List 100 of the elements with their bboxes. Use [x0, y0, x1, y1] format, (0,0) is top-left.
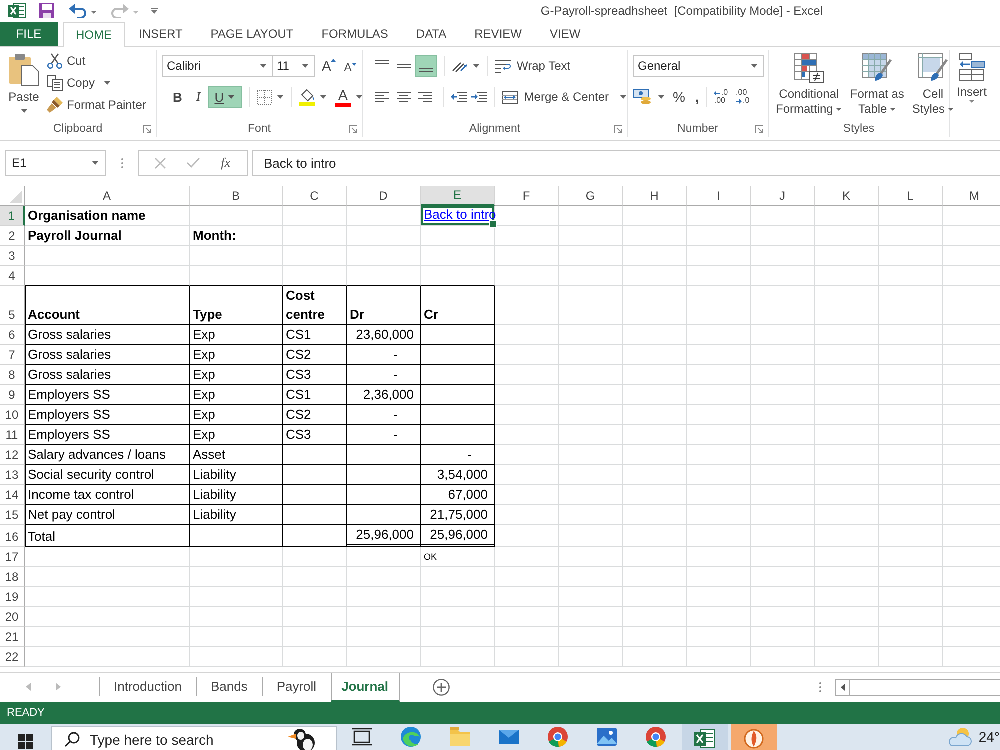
comma-button[interactable]: , [695, 89, 700, 105]
wrap-text-button[interactable]: Wrap Text [495, 55, 571, 77]
cut-button[interactable]: Cut [47, 50, 146, 72]
horizontal-scrollbar[interactable] [835, 679, 1000, 696]
row-header[interactable]: 22 [0, 647, 25, 667]
customize-icon[interactable] [151, 8, 158, 14]
align-bottom-button[interactable] [415, 55, 437, 77]
row-header[interactable]: 10 [0, 405, 25, 425]
row-header[interactable]: 14 [0, 485, 25, 505]
scroll-left-icon[interactable] [840, 684, 844, 691]
sheet-tab[interactable]: Introduction [100, 677, 197, 696]
sheet-tab[interactable]: Journal [330, 673, 400, 702]
ribbon-tab[interactable]: REVIEW [460, 22, 536, 46]
column-header[interactable]: G [559, 186, 623, 206]
row-header[interactable]: 16 [0, 525, 25, 547]
column-header[interactable]: M [943, 186, 1000, 206]
dialog-launcher-icon[interactable] [143, 124, 151, 132]
underline-button[interactable]: U [208, 86, 242, 108]
fill-handle-icon[interactable] [489, 220, 497, 228]
increase-decimal-button[interactable]: .0 .00 [714, 89, 728, 105]
paste-button[interactable]: Paste [4, 50, 44, 113]
row-header[interactable]: 12 [0, 445, 25, 465]
row-header[interactable]: 17 [0, 547, 25, 567]
row-header[interactable]: 11 [0, 425, 25, 445]
browser-icon[interactable] [644, 726, 666, 748]
row-header[interactable]: 4 [0, 266, 25, 286]
grip-icon[interactable] [121, 158, 124, 168]
caret-icon[interactable] [320, 95, 328, 99]
column-header[interactable]: F [495, 186, 559, 206]
save-icon[interactable] [39, 3, 55, 19]
number-format-field[interactable]: General [633, 55, 764, 77]
spreadsheet-logo-icon[interactable] [8, 3, 26, 19]
ribbon-tab[interactable]: PAGE LAYOUT [196, 22, 308, 46]
format-painter-button[interactable]: Format Painter [47, 94, 146, 116]
column-header[interactable]: L [879, 186, 943, 206]
shrink-font-button[interactable]: A [344, 62, 357, 74]
percent-button[interactable]: % [673, 89, 686, 105]
decrease-indent-icon[interactable] [451, 92, 468, 102]
dialog-launcher-icon[interactable] [755, 124, 763, 132]
start-icon[interactable] [18, 734, 33, 749]
caret-icon[interactable] [658, 95, 665, 99]
ribbon-tab[interactable]: FORMULAS [308, 22, 402, 46]
dialog-launcher-icon[interactable] [614, 124, 622, 132]
row-header[interactable]: 7 [0, 345, 25, 365]
row-header[interactable]: 5 [0, 286, 25, 325]
name-box[interactable]: E1 [5, 150, 106, 176]
increase-indent-icon[interactable] [471, 92, 488, 102]
row-header[interactable]: 1 [0, 206, 25, 226]
column-header[interactable]: A [25, 186, 190, 206]
borders-icon[interactable] [257, 90, 272, 104]
browser-icon[interactable] [546, 726, 568, 748]
row-header[interactable]: 15 [0, 505, 25, 525]
column-header[interactable]: C [283, 186, 347, 206]
insert-function-button[interactable]: fx [221, 155, 231, 171]
row-header[interactable]: 6 [0, 325, 25, 345]
column-header[interactable]: H [623, 186, 687, 206]
font-color-button[interactable]: A [335, 88, 352, 106]
copy-button[interactable]: Copy [47, 72, 146, 94]
fill-bucket-icon[interactable] [299, 88, 316, 106]
grow-font-button[interactable]: A [322, 58, 336, 74]
column-header[interactable]: J [751, 186, 815, 206]
merge-center-button[interactable]: Merge & Center [502, 86, 627, 108]
caret-icon[interactable] [277, 95, 284, 99]
column-header[interactable]: K [815, 186, 879, 206]
bold-button[interactable]: B [166, 86, 190, 108]
font-size-field[interactable]: 11 [272, 55, 315, 77]
app-icon[interactable] [730, 724, 776, 750]
dialog-launcher-icon[interactable] [349, 124, 357, 132]
conditional-formatting-button[interactable]: Conditional Formatting [773, 53, 846, 117]
italic-button[interactable]: I [189, 86, 208, 108]
formula-field[interactable]: Back to intro [252, 150, 1000, 176]
row-header[interactable]: 8 [0, 365, 25, 385]
file-tab[interactable]: FILE [0, 22, 58, 46]
photos-icon[interactable] [596, 726, 618, 748]
undo-icon[interactable] [69, 4, 87, 18]
search-box[interactable]: Type here to search [51, 726, 337, 750]
add-sheet-icon[interactable] [432, 679, 450, 696]
row-header[interactable]: 21 [0, 627, 25, 647]
caret-icon[interactable] [91, 10, 97, 14]
format-as-table-button[interactable]: Format as Table [847, 53, 908, 117]
row-header[interactable]: 18 [0, 567, 25, 587]
column-header[interactable]: E [421, 186, 495, 206]
row-header[interactable]: 19 [0, 587, 25, 607]
caret-icon[interactable] [473, 64, 480, 68]
row-header[interactable]: 2 [0, 226, 25, 246]
browser-icon[interactable] [400, 726, 422, 748]
ribbon-tab[interactable]: HOME [63, 22, 125, 47]
decrease-decimal-button[interactable]: .00 .0 [736, 89, 750, 105]
task-view-icon[interactable] [350, 726, 372, 748]
money-icon[interactable] [633, 89, 653, 105]
spreadsheet-icon[interactable] [682, 724, 728, 750]
caret-icon[interactable] [356, 95, 364, 99]
grip-icon[interactable] [819, 682, 822, 693]
ribbon-tab[interactable]: VIEW [536, 22, 595, 46]
ribbon-tab[interactable]: DATA [402, 22, 461, 46]
column-header[interactable]: I [687, 186, 751, 206]
column-header[interactable]: B [190, 186, 283, 206]
row-header[interactable]: 3 [0, 246, 25, 266]
row-header[interactable]: 20 [0, 607, 25, 627]
row-header[interactable]: 13 [0, 465, 25, 485]
